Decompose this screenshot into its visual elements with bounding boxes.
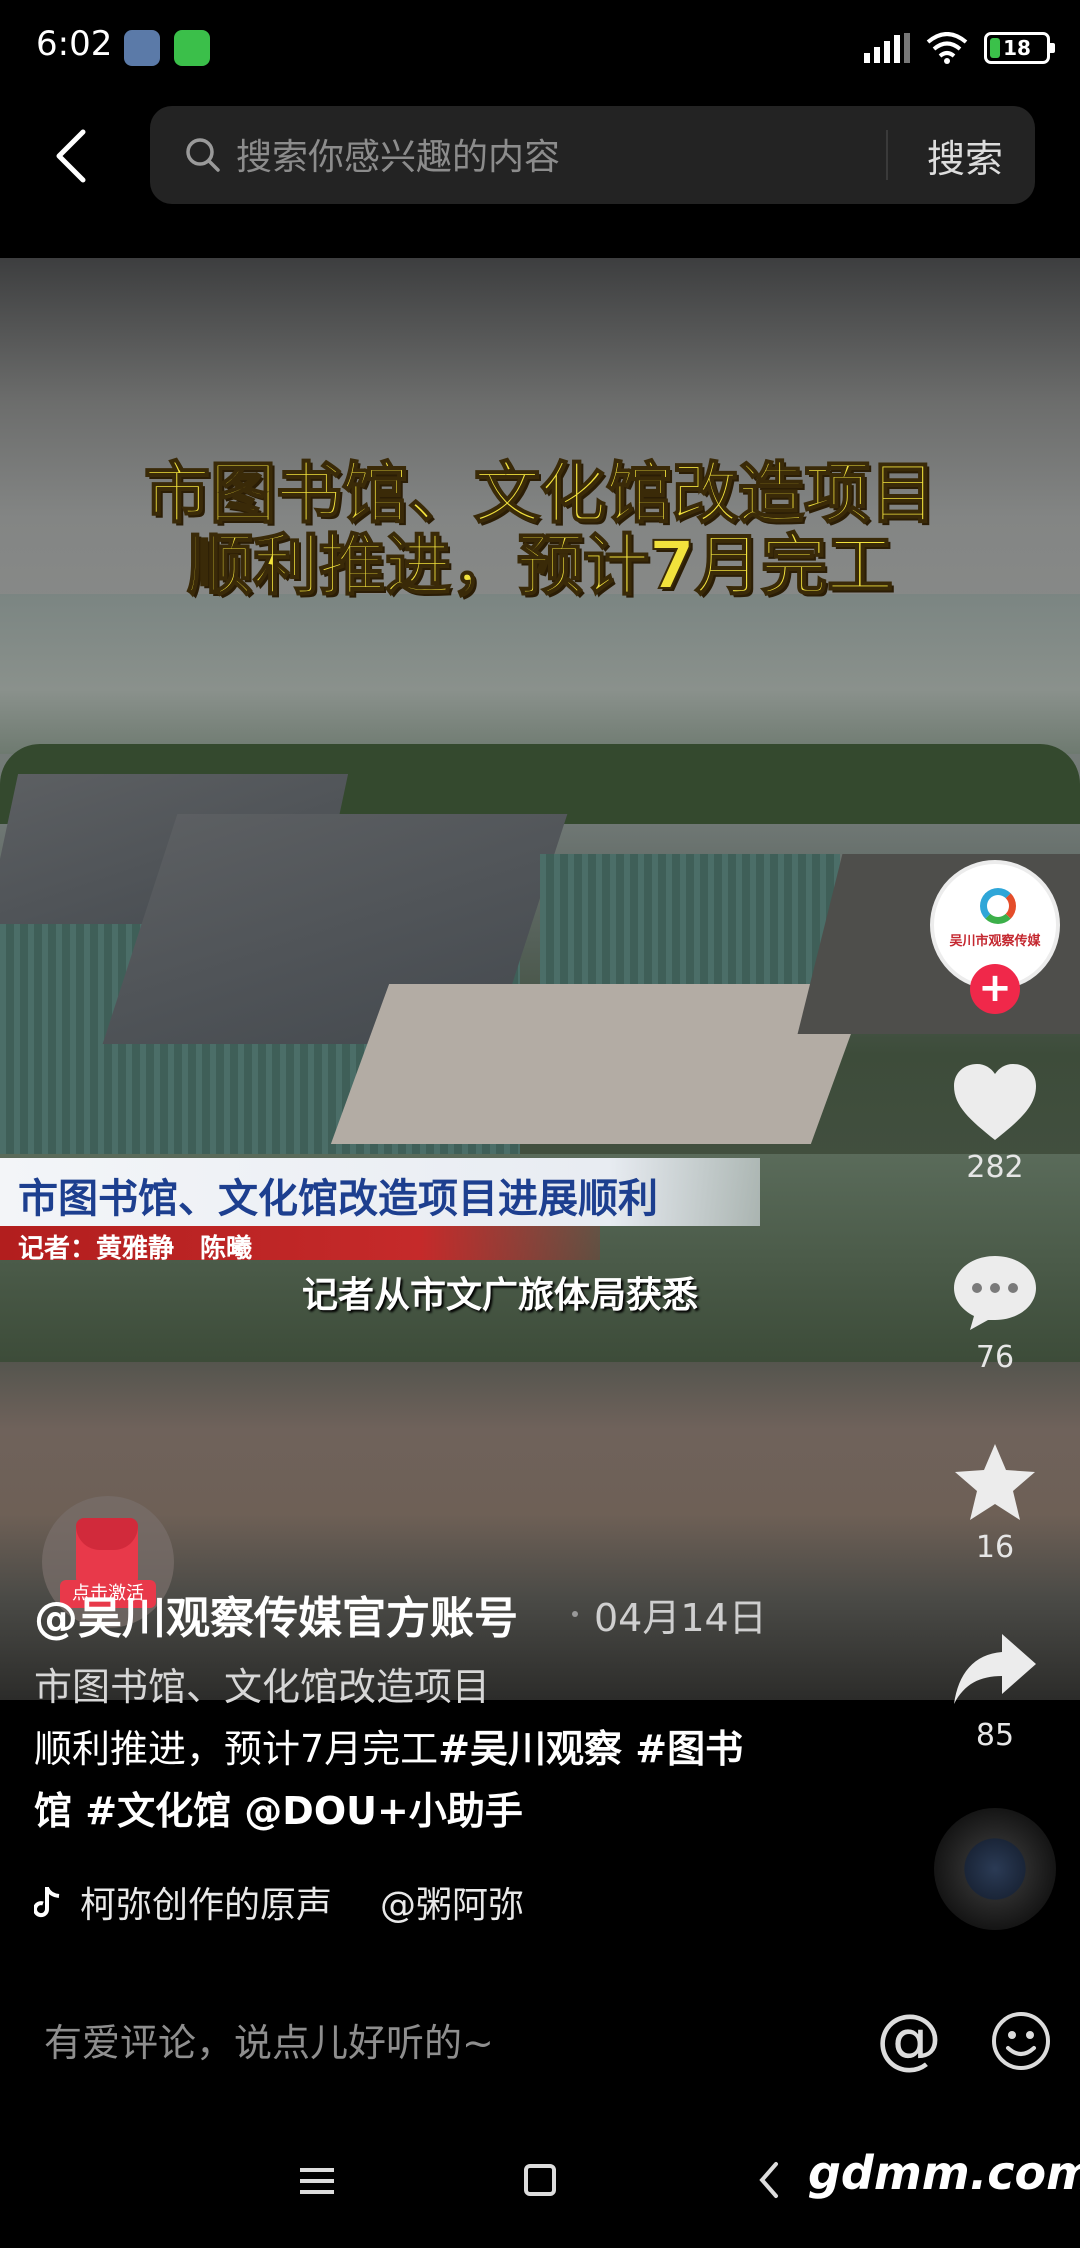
- caption-line: 市图书馆、文化馆改造项目: [34, 1665, 491, 1709]
- battery-percent: 18: [1003, 36, 1031, 60]
- search-box[interactable]: 搜索你感兴趣的内容 搜索: [150, 106, 1035, 204]
- status-indicators: 18: [864, 28, 1055, 68]
- footage-plaza: [330, 984, 870, 1144]
- avatar-label: 吴川市观察传媒: [949, 934, 1041, 949]
- back-icon: [56, 129, 86, 183]
- reporter-band: 记者：黄雅静 陈曦: [0, 1226, 600, 1264]
- music-row[interactable]: 柯弥创作的原声 @粥阿弥: [34, 1874, 524, 1930]
- separator-dot: [572, 1611, 578, 1617]
- envelope-flap: [76, 1518, 138, 1550]
- comment-input[interactable]: 有爱评论，说点儿好听的~: [44, 2012, 494, 2067]
- share-count: 85: [975, 1718, 1015, 1753]
- like-button[interactable]: 282: [930, 1060, 1060, 1185]
- android-notification-icon: [174, 30, 210, 66]
- heart-icon: [954, 1064, 1036, 1140]
- watermark-text: gdmm.com: [808, 2146, 1080, 2200]
- share-icon: [954, 1634, 1036, 1704]
- favorite-button[interactable]: 16: [930, 1440, 1060, 1565]
- follow-button[interactable]: +: [970, 964, 1020, 1014]
- settings-notification-icon: [124, 30, 160, 66]
- comment-count: 76: [975, 1340, 1015, 1375]
- top-bar: 搜索你感兴趣的内容 搜索: [0, 104, 1080, 206]
- news-title: 市图书馆、文化馆改造项目进展顺利: [18, 1176, 658, 1222]
- caption-text: 顺利推进，预计7月完工: [34, 1727, 439, 1771]
- post-date: 04月14日: [594, 1595, 767, 1640]
- emoji-icon[interactable]: [990, 2010, 1052, 2072]
- system-nav-bar: gdmm.com: [0, 2134, 1080, 2234]
- video-subtitle: 记者从市文广旅体局获悉: [301, 1275, 698, 1316]
- author-name[interactable]: @吴川观察传媒官方账号: [34, 1582, 518, 1646]
- comment-button[interactable]: 76: [930, 1250, 1060, 1375]
- music-owner: @粥阿弥: [380, 1885, 525, 1926]
- author-row: @吴川观察传媒官方账号 04月14日: [34, 1586, 767, 1644]
- comment-icon: [954, 1256, 1036, 1330]
- search-icon: [186, 138, 220, 172]
- video-player[interactable]: 市图书馆、文化馆改造项目 顺利推进，预计7月完工 市图书馆、文化馆改造项目进展顺…: [0, 258, 1080, 1700]
- favorite-count: 16: [975, 1530, 1015, 1565]
- search-divider: [886, 130, 888, 180]
- share-button[interactable]: 85: [930, 1628, 1060, 1753]
- status-bar: 6:02 18: [0, 0, 1080, 96]
- status-time: 6:02: [36, 24, 113, 64]
- caption-hashtags-line[interactable]: 馆 #文化馆 @DOU+小助手: [34, 1780, 794, 1842]
- music-disc[interactable]: [934, 1808, 1056, 1930]
- music-note-icon: [34, 1887, 60, 1918]
- comment-bar: 有爱评论，说点儿好听的~ @: [0, 1990, 1080, 2090]
- signal-icon: [864, 33, 910, 63]
- post-caption: 市图书馆、文化馆改造项目 顺利推进，预计7月完工#吴川观察 #图书 馆 #文化馆…: [34, 1656, 794, 1842]
- nav-back-icon[interactable]: [758, 2160, 780, 2200]
- reporter-names: 记者：黄雅静 陈曦: [18, 1234, 253, 1264]
- news-title-band: 市图书馆、文化馆改造项目进展顺利: [0, 1158, 760, 1226]
- music-title: 柯弥创作的原声: [80, 1885, 333, 1926]
- search-button[interactable]: 搜索: [927, 128, 1003, 183]
- battery-icon: 18: [984, 32, 1055, 64]
- home-icon[interactable]: [524, 2164, 556, 2196]
- footage-river: [0, 594, 1080, 754]
- mention-button[interactable]: @: [876, 2000, 942, 2077]
- red-envelope-icon: [76, 1518, 138, 1588]
- video-headline-line2: 顺利推进，预计7月完工: [186, 526, 894, 605]
- back-button[interactable]: [40, 124, 100, 188]
- wifi-icon: [926, 32, 968, 64]
- search-input[interactable]: 搜索你感兴趣的内容: [236, 128, 560, 180]
- menu-icon[interactable]: [300, 2166, 334, 2196]
- like-count: 282: [966, 1150, 1024, 1185]
- star-icon: [955, 1444, 1035, 1520]
- media-logo-icon: [980, 888, 1016, 924]
- caption-line: 顺利推进，预计7月完工#吴川观察 #图书: [34, 1718, 794, 1780]
- footage-scaffolding: [540, 854, 840, 1004]
- caption-hashtags[interactable]: #吴川观察 #图书: [438, 1727, 743, 1771]
